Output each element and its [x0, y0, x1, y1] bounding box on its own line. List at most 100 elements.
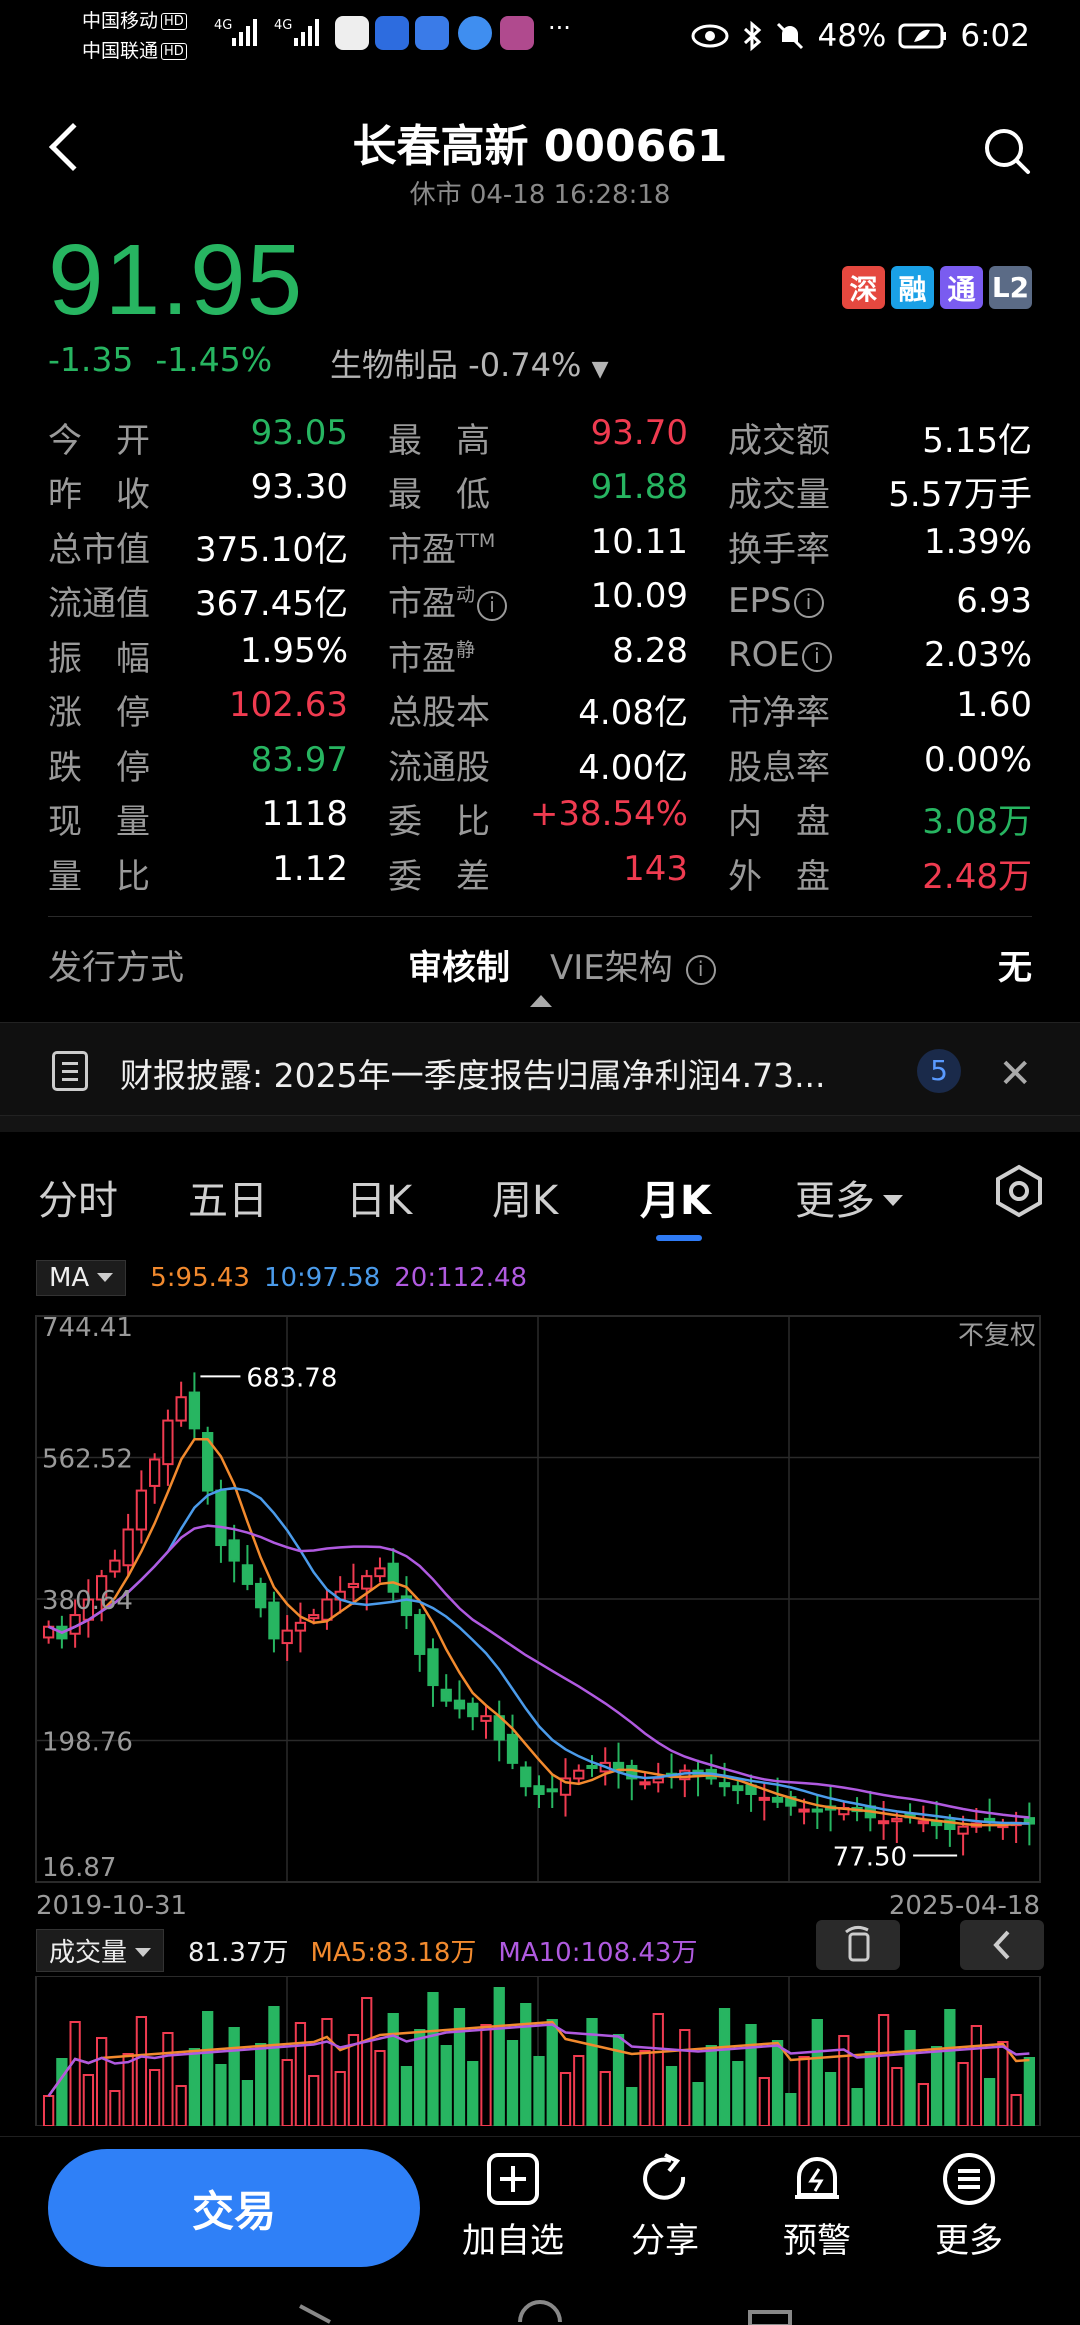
- info-icon[interactable]: i: [793, 587, 824, 618]
- volume-selector-button[interactable]: 成交量: [36, 1928, 165, 1972]
- bottom-action-bar: 交易 加自选 分享 预警 更多: [0, 2136, 1080, 2286]
- stat-label: 市盈动 i: [388, 576, 508, 625]
- stat-superscript: TTM: [456, 529, 496, 552]
- stat-value: 367.45亿: [195, 584, 348, 625]
- stat-cell: 流通值 367.45亿: [48, 576, 388, 625]
- stat-label: 跌 停: [48, 747, 150, 788]
- stat-cell: 市盈TTM 10.11: [388, 522, 728, 571]
- tab-monthly-k[interactable]: 月K: [640, 1168, 711, 1226]
- app-notification-icon: [375, 16, 409, 50]
- more-menu-button[interactable]: 更多: [904, 2151, 1034, 2262]
- sector-link[interactable]: 生物制品 -0.74% ▼: [330, 340, 608, 386]
- add-square-icon: [487, 2153, 539, 2205]
- ma-selector-button[interactable]: MA: [36, 1260, 127, 1296]
- nav-back-icon[interactable]: [299, 2304, 331, 2324]
- nav-home-icon[interactable]: [518, 2300, 562, 2323]
- volume-bar: [414, 2029, 426, 2126]
- volume-bar: [493, 1987, 505, 2126]
- stat-label: 市盈TTM: [388, 529, 496, 570]
- volume-chart[interactable]: [0, 1976, 1080, 2126]
- volume-bar: [215, 2064, 227, 2126]
- stat-value: 2.03%: [923, 635, 1032, 676]
- volume-bar: [453, 2008, 466, 2126]
- stat-cell: 最 低 91.88: [388, 467, 728, 516]
- clock: 6:02: [960, 18, 1030, 54]
- chevron-left-icon: [993, 1930, 1010, 1960]
- chevron-down-icon: [135, 1947, 152, 1957]
- stat-cell: 内 盘 3.08万: [728, 794, 1032, 843]
- info-icon[interactable]: i: [477, 591, 508, 622]
- stats-row: 量 比 1.12 委 差 143 外 盘 2.48万: [48, 846, 1032, 901]
- stat-value: 1.60: [956, 685, 1032, 726]
- settings-icon[interactable]: [992, 1164, 1046, 1218]
- nav-recent-icon[interactable]: [748, 2310, 792, 2325]
- info-icon[interactable]: i: [685, 955, 716, 985]
- volume-bar: [983, 2078, 996, 2126]
- divider: [48, 916, 1032, 917]
- stat-cell: 委 差 143: [388, 849, 728, 898]
- volume-bar: [347, 2034, 360, 2126]
- adjust-label[interactable]: 不复权: [958, 1321, 1036, 1351]
- share-button[interactable]: 分享: [600, 2151, 730, 2262]
- collapse-arrow-icon[interactable]: [530, 995, 552, 1007]
- news-banner[interactable]: 财报披露: 2025年一季度报告归属净利润4.73... 5 ✕: [0, 1022, 1080, 1116]
- stat-label: 市盈静: [388, 638, 476, 679]
- stat-cell: 现 量 1118: [48, 794, 388, 843]
- kline-chart[interactable]: 744.41 562.52 380.64 198.76 16.87 不复权 2019-10-…: [0, 1300, 1080, 1920]
- tab-intraday[interactable]: 分时: [38, 1168, 118, 1226]
- volume-bar: [718, 2008, 731, 2126]
- ma10-value: 10:97.58: [263, 1263, 381, 1293]
- volume-bar: [387, 2013, 399, 2126]
- search-icon[interactable]: [982, 126, 1032, 176]
- volume-bar: [122, 2053, 134, 2126]
- info-icon[interactable]: i: [801, 642, 832, 673]
- candle-body: [798, 1808, 810, 1813]
- stat-value: 1.95%: [239, 630, 348, 671]
- candle-body: [546, 1788, 558, 1793]
- add-watchlist-button[interactable]: 加自选: [448, 2151, 578, 2262]
- tab-more[interactable]: 更多: [795, 1168, 903, 1226]
- volume-bar: [506, 2040, 519, 2126]
- volume-bar: [255, 2043, 267, 2126]
- network-type-2: 4G: [274, 18, 293, 33]
- volume-bar: [679, 2029, 691, 2126]
- network-type: 4G: [214, 18, 233, 33]
- market-badge[interactable]: 深: [842, 266, 885, 309]
- status-right: 48% 6:02: [691, 16, 1030, 56]
- signal-icon: [232, 16, 257, 46]
- stat-value: 93.30: [250, 467, 348, 508]
- stat-cell: 市盈动 i 10.09: [388, 576, 728, 625]
- market-badge[interactable]: L2: [989, 266, 1032, 309]
- app-notification-icon: [500, 16, 534, 50]
- market-badge[interactable]: 通: [940, 266, 983, 309]
- stat-label: 市净率: [728, 693, 830, 734]
- trade-button[interactable]: 交易: [48, 2149, 420, 2267]
- stat-cell: 市盈静 8.28: [388, 631, 728, 680]
- tab-daily-k[interactable]: 日K: [346, 1168, 412, 1226]
- close-icon[interactable]: ✕: [998, 1051, 1032, 1097]
- volume-bar: [480, 2024, 492, 2126]
- issue-label: 发行方式: [48, 948, 184, 988]
- news-text[interactable]: 财报披露: 2025年一季度报告归属净利润4.73...: [120, 1049, 826, 1097]
- rotate-screen-button[interactable]: [816, 1920, 900, 1970]
- candle-body: [639, 1781, 651, 1786]
- menu-icon: [943, 2153, 995, 2205]
- stat-label: 流通值: [48, 584, 150, 625]
- volume-bar: [732, 2061, 744, 2126]
- chevron-down-icon: [97, 1273, 114, 1282]
- low-label: 77.50: [833, 1842, 907, 1872]
- candle-body: [374, 1567, 386, 1578]
- alert-button[interactable]: 预警: [752, 2151, 882, 2262]
- candle-body: [268, 1601, 280, 1640]
- share-icon: [643, 2153, 686, 2200]
- stat-superscript: 动: [456, 584, 476, 607]
- volume-bar: [228, 2027, 240, 2126]
- tab-weekly-k[interactable]: 周K: [492, 1168, 558, 1226]
- game-icon: [415, 16, 449, 50]
- collapse-panel-button[interactable]: [960, 1920, 1044, 1970]
- candle-body: [215, 1489, 227, 1547]
- market-badge[interactable]: 融: [891, 266, 934, 309]
- tab-five-day[interactable]: 五日: [188, 1168, 268, 1226]
- volume-bar: [997, 2041, 1009, 2126]
- candle-body: [480, 1715, 492, 1722]
